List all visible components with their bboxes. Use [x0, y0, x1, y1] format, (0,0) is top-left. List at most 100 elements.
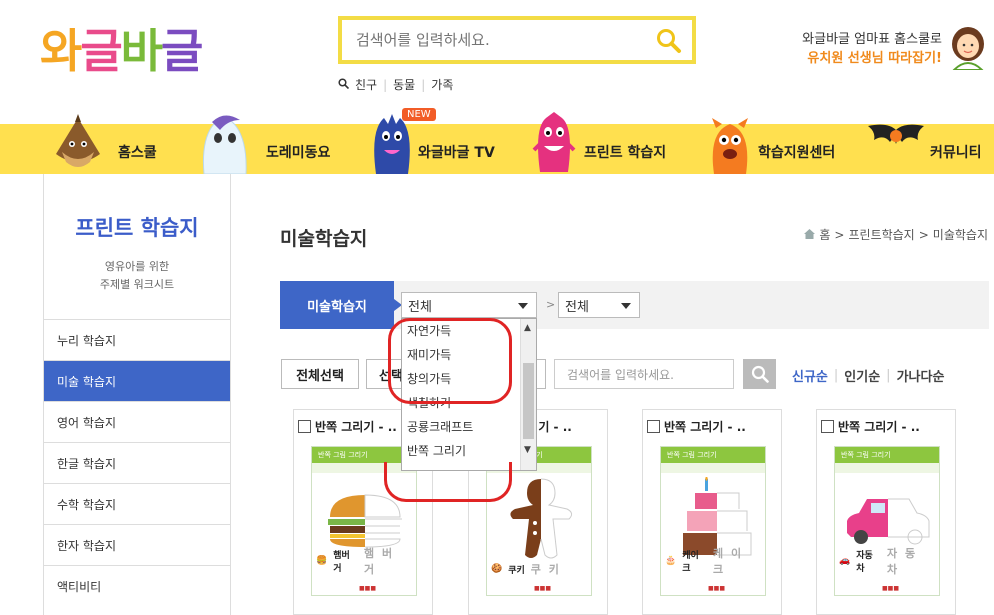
dropdown-option[interactable]: 창의가득 [402, 367, 536, 391]
dropdown-option[interactable]: 반쪽 그리기 [402, 439, 536, 463]
new-badge: NEW [402, 108, 436, 121]
divider: | [886, 368, 891, 383]
dropdown-option[interactable]: 공룡크래프트 [402, 415, 536, 439]
nav-community[interactable]: 커뮤니티 [866, 124, 992, 174]
card-title: 반쪽 그리기 - .. [838, 420, 920, 434]
breadcrumb-print[interactable]: 프린트학습지 [848, 226, 914, 243]
sidebar-menu: 누리 학습지 미술 학습지 영어 학습지 한글 학습지 수학 학습지 한자 학습… [44, 319, 230, 606]
sheet-subheader [661, 463, 765, 473]
chevron-right-icon: > [546, 298, 556, 311]
dropdown-option[interactable]: 색칠하기 [402, 391, 536, 415]
worksheet-card[interactable]: 반쪽 그리기 - .. 반쪽 그림 그리기 🎂 케이크 케 이 크 ■■■ [642, 409, 782, 615]
category-select-value: 전체 [408, 299, 432, 315]
left-sidebar: 프린트 학습지 영유아를 위한 주제별 워크시트 누리 학습지 미술 학습지 영… [43, 174, 231, 615]
tag-link[interactable]: 가족 [431, 76, 453, 93]
logo-char-2: 글 [80, 24, 122, 78]
worksheet-thumbnail[interactable]: 반쪽 그림 그리기 🚗 자동차 자 동 차 ■■■ [834, 446, 940, 596]
sheet-header: 반쪽 그림 그리기 [835, 447, 939, 463]
gingerbread-icon [510, 478, 573, 559]
card-header: 반쪽 그리기 - .. [647, 418, 746, 435]
breadcrumb-sep: > [918, 227, 929, 242]
sidebar-item-activity[interactable]: 액티비티 [44, 565, 230, 606]
nav-label: 와글바글 TV [418, 145, 495, 161]
sheet-caption: 🍔 햄버거 햄 버 거 [316, 545, 412, 577]
site-logo[interactable]: 와 글 바 글 [40, 18, 203, 78]
header-search-input[interactable] [356, 31, 656, 49]
nav-label: 학습지원센터 [758, 145, 836, 161]
divider: | [833, 368, 839, 383]
worksheet-card[interactable]: 반쪽 그리기 - .. 반쪽 그림 그리기 🚗 자동차 자 동 차 ■■■ [816, 409, 956, 615]
car-icon [847, 498, 930, 545]
card-checkbox[interactable] [647, 420, 660, 433]
select-all-button[interactable]: 전체선택 [281, 359, 359, 389]
sheet-caption: 🎂 케이크 케 이 크 [665, 545, 761, 577]
small-search-icon [338, 77, 350, 92]
sidebar-item-english[interactable]: 영어 학습지 [44, 401, 230, 442]
tag-link[interactable]: 동물 [393, 76, 415, 93]
scrollbar-thumb[interactable] [523, 363, 534, 439]
card-checkbox[interactable] [821, 420, 834, 433]
bat-icon [868, 124, 924, 144]
subcategory-select-value: 전체 [565, 299, 589, 315]
cake-small-icon: 🎂 [665, 556, 677, 566]
pink-monster-icon [532, 112, 576, 172]
content-search-input[interactable]: 검색어를 입력하세요. [554, 359, 734, 389]
sheet-subheader [835, 463, 939, 473]
promo-banner[interactable]: 와글바글 엄마표 홈스쿨로 유치원 선생님 따라잡기! [802, 30, 942, 68]
sort-alphabetical[interactable]: 가나다순 [897, 366, 945, 385]
tag-link[interactable]: 친구 [355, 76, 377, 93]
caption-trace: 케 이 크 [713, 547, 744, 576]
search-button[interactable] [743, 359, 776, 389]
card-header: 반쪽 그리기 - .. [821, 418, 920, 435]
sheet-logo-icon: ■■■ [359, 585, 377, 592]
card-title: 반쪽 그리기 - .. [315, 420, 397, 434]
sheet-logo-icon: ■■■ [534, 585, 552, 592]
highlight-annotation-lower [384, 462, 512, 502]
sidebar-item-hangul[interactable]: 한글 학습지 [44, 442, 230, 483]
sheet-caption: 🍪 쿠키 쿠 키 [491, 561, 587, 577]
caption-word: 쿠키 [508, 565, 525, 576]
promo-line-1: 와글바글 엄마표 홈스쿨로 [802, 32, 942, 47]
sidebar-item-hanja[interactable]: 한자 학습지 [44, 524, 230, 565]
nav-homeschool[interactable]: 홈스쿨 [46, 114, 196, 174]
nav-label: 도레미동요 [266, 145, 331, 161]
logo-char-1: 와 [40, 24, 82, 78]
breadcrumb: 홈 > 프린트학습지 > 미술학습지 [804, 226, 988, 243]
ghost-character-icon [202, 115, 247, 174]
nav-print[interactable]: 프린트 학습지 [528, 112, 688, 174]
home-icon[interactable] [804, 228, 816, 242]
sheet-logo-icon: ■■■ [708, 585, 726, 592]
sort-popular[interactable]: 인기순 [844, 366, 880, 385]
sidebar-item-art[interactable]: 미술 학습지 [44, 360, 230, 401]
category-dropdown-list: 자연가득 재미가득 창의가득 색칠하기 공룡크래프트 반쪽 그리기 ▲ ▼ [401, 318, 537, 471]
sort-options: 신규순 | 인기순 | 가나다순 [792, 366, 944, 385]
logo-char-3: 바 [120, 24, 163, 78]
scroll-up-icon[interactable]: ▲ [524, 323, 531, 333]
sort-newest[interactable]: 신규순 [792, 366, 828, 385]
breadcrumb-home[interactable]: 홈 [819, 226, 830, 243]
caption-trace: 자 동 차 [887, 547, 918, 576]
car-small-icon: 🚗 [839, 556, 851, 566]
chevron-down-icon [621, 303, 631, 309]
sidebar-item-math[interactable]: 수학 학습지 [44, 483, 230, 524]
dropdown-option[interactable]: 자연가득 [402, 319, 536, 343]
card-checkbox[interactable] [298, 420, 311, 433]
caption-word: 케이크 [682, 551, 699, 574]
subcategory-select[interactable]: 전체 [558, 292, 640, 318]
scroll-down-icon[interactable]: ▼ [524, 445, 531, 455]
nav-label: 홈스쿨 [118, 145, 157, 161]
sidebar-title: 프린트 학습지 [75, 216, 199, 240]
hamburger-icon [328, 494, 402, 548]
nav-support[interactable]: 학습지원센터 [700, 118, 860, 174]
worksheet-thumbnail[interactable]: 반쪽 그림 그리기 🎂 케이크 케 이 크 ■■■ [660, 446, 766, 596]
nav-tv[interactable]: NEW 와글바글 TV [366, 108, 516, 174]
chevron-down-icon [518, 303, 528, 309]
sheet-header: 반쪽 그림 그리기 [661, 447, 765, 463]
category-select[interactable]: 전체 [401, 292, 537, 318]
dropdown-scrollbar[interactable]: ▲ ▼ [520, 319, 536, 470]
search-icon[interactable] [656, 28, 682, 58]
dropdown-option[interactable]: 재미가득 [402, 343, 536, 367]
nav-songs[interactable]: 도레미동요 [190, 115, 350, 174]
sidebar-item-nuri[interactable]: 누리 학습지 [44, 319, 230, 360]
card-title: 반쪽 그리기 - .. [664, 420, 746, 434]
